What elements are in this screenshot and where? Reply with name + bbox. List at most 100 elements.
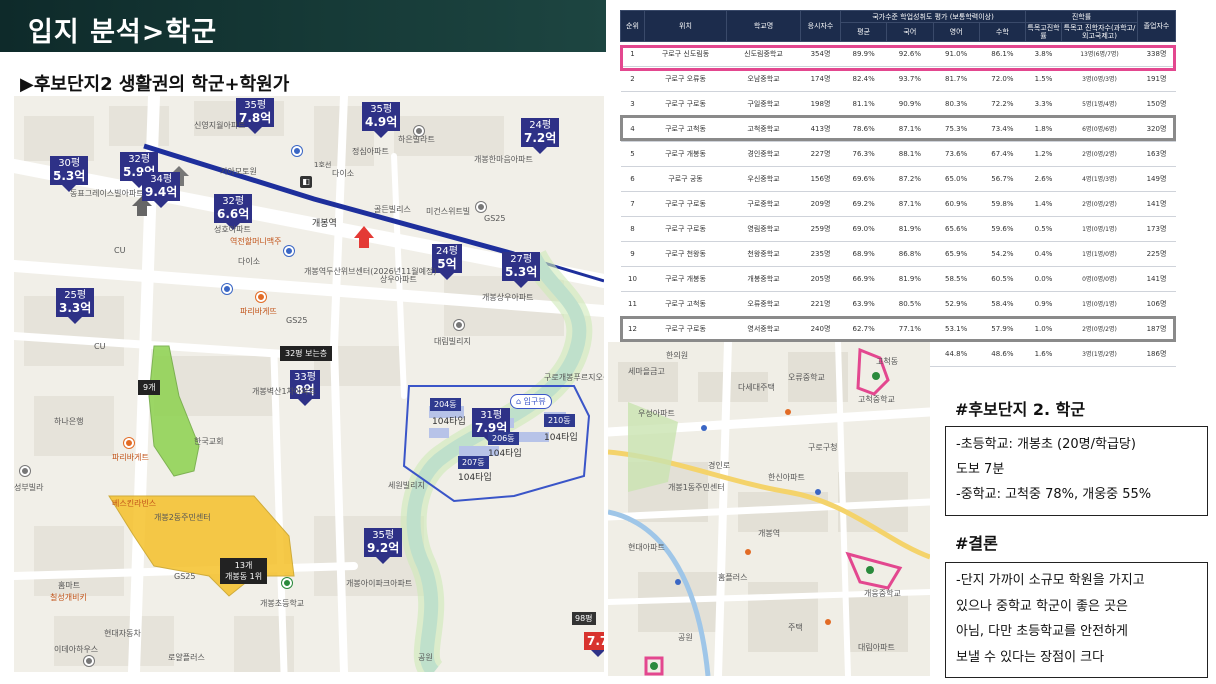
table-cell: 413명 bbox=[800, 116, 841, 142]
price-tag[interactable]: 24평 5억 bbox=[432, 244, 462, 280]
building-pin-icon[interactable] bbox=[414, 126, 424, 136]
map-label: 개봉벽산1차아파트 bbox=[252, 387, 316, 396]
bus-stop-icon[interactable] bbox=[222, 284, 232, 294]
table-cell: 81.1% bbox=[840, 91, 887, 117]
bus-stop-icon[interactable] bbox=[292, 146, 302, 156]
table-cell: 69.0% bbox=[840, 216, 887, 242]
right-map-label: 고척동 bbox=[876, 357, 899, 366]
subway-station-icon[interactable]: ◧ bbox=[300, 176, 312, 188]
price-tag[interactable]: 32평 6.6억 bbox=[214, 194, 253, 230]
dong-label[interactable]: 207동 bbox=[458, 456, 489, 469]
th-graduates: 졸업자수 bbox=[1137, 10, 1176, 42]
th-avg: 평균 bbox=[839, 22, 888, 42]
table-cell: 65.6% bbox=[933, 216, 980, 242]
academy-rank: 개봉동 1위 bbox=[225, 572, 263, 581]
table-cell: 4 bbox=[620, 116, 645, 142]
table-cell: 고척중학교 bbox=[726, 116, 801, 142]
store-pin-icon[interactable] bbox=[256, 292, 266, 302]
section-subtitle: ▶후보단지2 생활권의 학군+학원가 bbox=[20, 74, 290, 95]
building-pin-icon[interactable] bbox=[476, 202, 486, 212]
building-pin-icon[interactable] bbox=[454, 320, 464, 330]
right-map[interactable]: 한의원 세마을금고 고척동 다세대주택 오류중학교 우성아파트 구로구청 고척중… bbox=[608, 342, 930, 676]
price-tag[interactable]: 34평 9.4억 bbox=[142, 172, 181, 208]
table-row: 12 구로구 구로동 영서중학교 240명 62.7% 77.1% 53.1% 57.9% 1.… bbox=[620, 316, 1176, 342]
table-cell: 1 bbox=[620, 41, 645, 67]
dong-label[interactable]: 206동 bbox=[488, 432, 519, 445]
right-map-label: 한의원 bbox=[666, 351, 689, 360]
price-tag[interactable]: 24평 7.2억 bbox=[521, 118, 560, 154]
bus-stop-icon[interactable] bbox=[284, 246, 294, 256]
right-map-label: 고척중학교 bbox=[858, 395, 895, 404]
table-cell: 개봉중학교 bbox=[726, 266, 801, 292]
clipped-price-tag-value[interactable]: 7.7 bbox=[584, 632, 604, 657]
table-cell: 44.8% bbox=[933, 341, 980, 367]
th-korean: 국어 bbox=[886, 22, 934, 42]
table-cell: 174명 bbox=[800, 66, 841, 92]
table-cell: 구로구 구로동 bbox=[644, 216, 727, 242]
table-cell: 구로구 신도림동 bbox=[644, 41, 727, 67]
map-label: 동표그레이스빌아파트 bbox=[70, 189, 144, 198]
page-title: 입지 분석>학군 bbox=[28, 17, 218, 48]
price-tag-unit: 27평 bbox=[510, 254, 533, 265]
price-tag[interactable]: 35평 9.2억 bbox=[364, 528, 403, 564]
price-tag-unit: 32평 bbox=[128, 154, 151, 165]
table-cell: 2명(0명/2명) bbox=[1061, 316, 1138, 342]
building-pin-icon[interactable] bbox=[84, 656, 94, 666]
line-label: 1호선 bbox=[314, 161, 332, 169]
th-special-rate: 특목고진학률 bbox=[1025, 22, 1062, 42]
table-cell: 320명 bbox=[1137, 116, 1176, 142]
middle-school-ranking-table: 순위 위치 학교명 응시자수 국가수준 학업성취도 평가 (보통학력이상) 진학… bbox=[620, 10, 1176, 367]
table-cell: 225명 bbox=[1137, 241, 1176, 267]
map-label: 홈마트 bbox=[58, 581, 81, 590]
table-cell: 68.9% bbox=[840, 241, 887, 267]
academy-count-badge: 13개 개봉동 1위 bbox=[220, 558, 268, 584]
table-cell: 87.2% bbox=[886, 166, 933, 192]
table-cell: 영림중학교 bbox=[726, 216, 801, 242]
table-cell: 150명 bbox=[1137, 91, 1176, 117]
price-tag-value: 9.2억 bbox=[367, 541, 400, 555]
table-cell: 72.2% bbox=[979, 91, 1026, 117]
map-label: 개봉초등학교 bbox=[260, 599, 305, 608]
table-row: 1 구로구 신도림동 신도림중학교 354명 89.9% 92.6% 91.0% 86.1% 3… bbox=[620, 41, 1176, 67]
building-pin-icon[interactable] bbox=[20, 466, 30, 476]
table-row: 3 구로구 구로동 구일중학교 198명 81.1% 90.9% 80.3% 72.2% 3.3… bbox=[620, 91, 1176, 117]
table-cell: 구로구 고척동 bbox=[644, 291, 727, 317]
academy-count-badge: 9개 bbox=[138, 380, 161, 395]
table-cell: 53.1% bbox=[933, 316, 980, 342]
price-tag[interactable]: 30평 5.3억 bbox=[50, 156, 89, 192]
right-map-label: 한신아파트 bbox=[768, 473, 805, 482]
map-label: 파리바게뜨 bbox=[240, 307, 277, 316]
left-map[interactable]: 35평 7.8억 35평 4.9억 24평 7.2억 30평 5.3억 32평 … bbox=[14, 96, 604, 672]
map-label: 정심아파트 bbox=[352, 147, 389, 156]
academy-count: 13개 bbox=[234, 561, 253, 570]
price-tag[interactable]: 25평 3.3억 bbox=[56, 288, 95, 324]
unit-type-label: 104타입 bbox=[544, 433, 578, 443]
clipped-price-tag[interactable]: 98평 bbox=[572, 612, 596, 625]
price-tag[interactable]: 27평 5.3억 bbox=[502, 252, 541, 288]
table-cell: 59.6% bbox=[979, 216, 1026, 242]
conclusion-line: -단지 가까이 소규모 학원을 가지고 bbox=[956, 573, 1145, 588]
map-label: 하나은행 bbox=[54, 417, 84, 426]
table-cell: 187명 bbox=[1137, 316, 1176, 342]
table-cell: 89.9% bbox=[840, 41, 887, 67]
school-pin-icon[interactable] bbox=[282, 578, 292, 588]
map-label: 대림빌리지 bbox=[434, 337, 471, 346]
table-cell: 73.4% bbox=[979, 116, 1026, 142]
dong-label[interactable]: 210동 bbox=[544, 414, 575, 427]
right-map-label: 경인로 bbox=[708, 461, 731, 470]
table-cell: 60.5% bbox=[979, 266, 1026, 292]
table-cell: 338명 bbox=[1137, 41, 1176, 67]
entrance-view-tag[interactable]: ⌂ 입구뷰 bbox=[510, 394, 552, 409]
price-tag[interactable]: 35평 4.9억 bbox=[362, 102, 401, 138]
price-tag-unit: 30평 bbox=[58, 158, 81, 169]
store-pin-icon[interactable] bbox=[124, 438, 134, 448]
right-map-label: 공원 bbox=[678, 633, 693, 642]
table-cell: 87.1% bbox=[886, 191, 933, 217]
dong-label[interactable]: 204동 bbox=[430, 398, 461, 411]
table-cell: 8 bbox=[620, 216, 645, 242]
academy-count: 9개 bbox=[143, 383, 156, 392]
price-tag-unit: 35평 bbox=[372, 530, 395, 541]
table-cell: 구로구 고척동 bbox=[644, 116, 727, 142]
right-map-label: 홈플러스 bbox=[718, 573, 748, 582]
table-cell: 209명 bbox=[800, 191, 841, 217]
